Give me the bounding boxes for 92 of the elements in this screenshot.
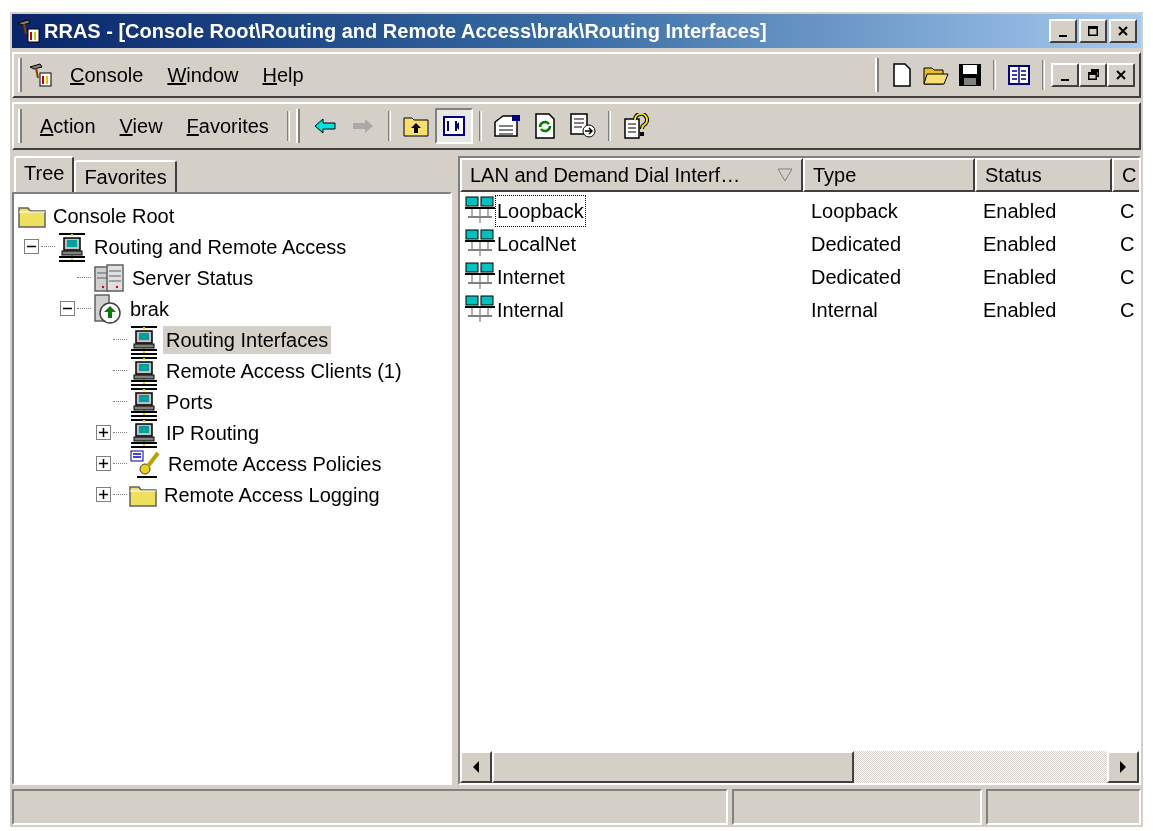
expand-toggle[interactable] — [96, 425, 111, 440]
help-icon — [622, 113, 649, 139]
plus-icon — [99, 459, 108, 468]
export-list-icon — [568, 113, 597, 139]
menu-item[interactable]: View — [107, 109, 175, 143]
column-header[interactable]: Status — [975, 158, 1112, 192]
key-computer-icon — [129, 448, 161, 479]
back-arrow-icon — [312, 117, 337, 135]
minimize-button[interactable] — [1049, 19, 1077, 43]
table-cell: Dedicated — [811, 265, 902, 288]
properties-icon — [492, 114, 521, 138]
new-document-icon — [892, 63, 912, 87]
refresh-icon — [533, 113, 556, 139]
close-button[interactable] — [1109, 19, 1137, 43]
table-cell: Internal — [811, 298, 878, 321]
tree-item[interactable]: IP Routing — [163, 418, 263, 447]
table-cell: Enabled — [983, 298, 1057, 321]
restore-button[interactable] — [1079, 63, 1107, 87]
columns-view-icon — [1008, 65, 1030, 85]
table-cell: Loopback — [811, 199, 898, 222]
networked-computer-icon — [129, 355, 159, 386]
menu-item[interactable]: Console — [58, 58, 156, 92]
list-item[interactable]: LocalNet — [496, 228, 577, 259]
tree-item[interactable]: Remote Access Logging — [161, 480, 383, 509]
open-folder-icon — [923, 64, 949, 86]
table-cell: C — [1120, 199, 1135, 222]
close-button[interactable] — [1107, 63, 1135, 87]
table-cell: Enabled — [983, 232, 1057, 255]
expand-toggle[interactable] — [96, 487, 111, 502]
menu-item[interactable]: Help — [250, 58, 316, 92]
scroll-left-button[interactable] — [460, 751, 492, 783]
hammer-computer-icon — [16, 19, 40, 43]
tree-item[interactable]: Ports — [163, 387, 216, 416]
menu-item[interactable]: Favorites — [174, 109, 281, 143]
collapse-toggle[interactable] — [60, 301, 75, 316]
close-icon — [1114, 68, 1128, 82]
table-cell: C — [1120, 232, 1135, 255]
tree-item[interactable]: Console Root — [50, 201, 178, 230]
scrollbar-thumb[interactable] — [492, 751, 854, 783]
minimize-icon — [1059, 34, 1067, 37]
column-header[interactable]: Type — [803, 158, 975, 192]
right-arrow-icon — [1119, 761, 1127, 773]
plus-icon — [99, 490, 108, 499]
tree-item[interactable]: Server Status — [129, 263, 257, 292]
hammer-computer-icon — [28, 63, 52, 87]
networked-computer-icon — [129, 386, 159, 417]
tree-item[interactable]: Remote Access Clients (1) — [163, 356, 405, 385]
pane-tab[interactable]: Tree — [14, 156, 75, 192]
sort-triangle-icon — [777, 168, 793, 182]
network-interface-icon — [464, 195, 496, 226]
network-interface-icon — [464, 294, 496, 325]
minimize-icon — [1061, 78, 1069, 81]
menu-item[interactable]: Action — [28, 109, 108, 143]
list-item[interactable]: Internet — [496, 261, 566, 292]
tree-item[interactable]: Remote Access Policies — [165, 449, 385, 478]
table-cell: C — [1120, 298, 1135, 321]
network-interface-icon — [464, 228, 496, 259]
forward-arrow-icon — [350, 117, 375, 135]
tree-pane-icon — [442, 116, 465, 136]
tree-button[interactable] — [434, 108, 473, 144]
tree-item[interactable]: brak — [127, 294, 172, 323]
server-up-arrow-icon — [93, 292, 123, 325]
table-cell: Dedicated — [811, 232, 902, 255]
servers-icon — [93, 262, 125, 293]
close-icon — [1116, 24, 1130, 38]
plus-icon — [99, 428, 108, 437]
maximize-button[interactable] — [1079, 19, 1107, 43]
networked-computer-icon — [129, 417, 159, 448]
list-item[interactable]: Loopback — [496, 195, 585, 226]
list-item[interactable]: Internal — [496, 294, 565, 325]
scroll-right-button[interactable] — [1107, 751, 1139, 783]
network-interface-icon — [464, 261, 496, 292]
pane-tab[interactable]: Favorites — [74, 160, 177, 192]
window-title: RRAS - [Console Root\Routing and Remote Access\brak\Routing Interfaces] — [44, 19, 767, 44]
tree-item[interactable]: Routing Interfaces — [163, 325, 332, 354]
horizontal-scrollbar[interactable] — [460, 751, 1139, 783]
tree-item[interactable]: Routing and Remote Access — [91, 232, 350, 261]
collapse-toggle[interactable] — [24, 239, 39, 254]
table-cell: Enabled — [983, 199, 1057, 222]
minimize-button[interactable] — [1051, 63, 1079, 87]
table-cell: C — [1120, 265, 1135, 288]
maximize-icon — [1086, 24, 1100, 38]
left-arrow-icon — [472, 761, 480, 773]
networked-computer-icon — [57, 231, 87, 262]
networked-computer-icon — [129, 324, 159, 355]
column-header[interactable]: LAN and Demand Dial Interf… — [460, 158, 803, 192]
expand-toggle[interactable] — [96, 456, 111, 471]
menu-item[interactable]: Window — [155, 58, 251, 92]
restore-icon — [1086, 68, 1100, 82]
column-header[interactable]: C — [1112, 158, 1139, 192]
up-folder-icon — [402, 115, 429, 137]
table-cell: Enabled — [983, 265, 1057, 288]
